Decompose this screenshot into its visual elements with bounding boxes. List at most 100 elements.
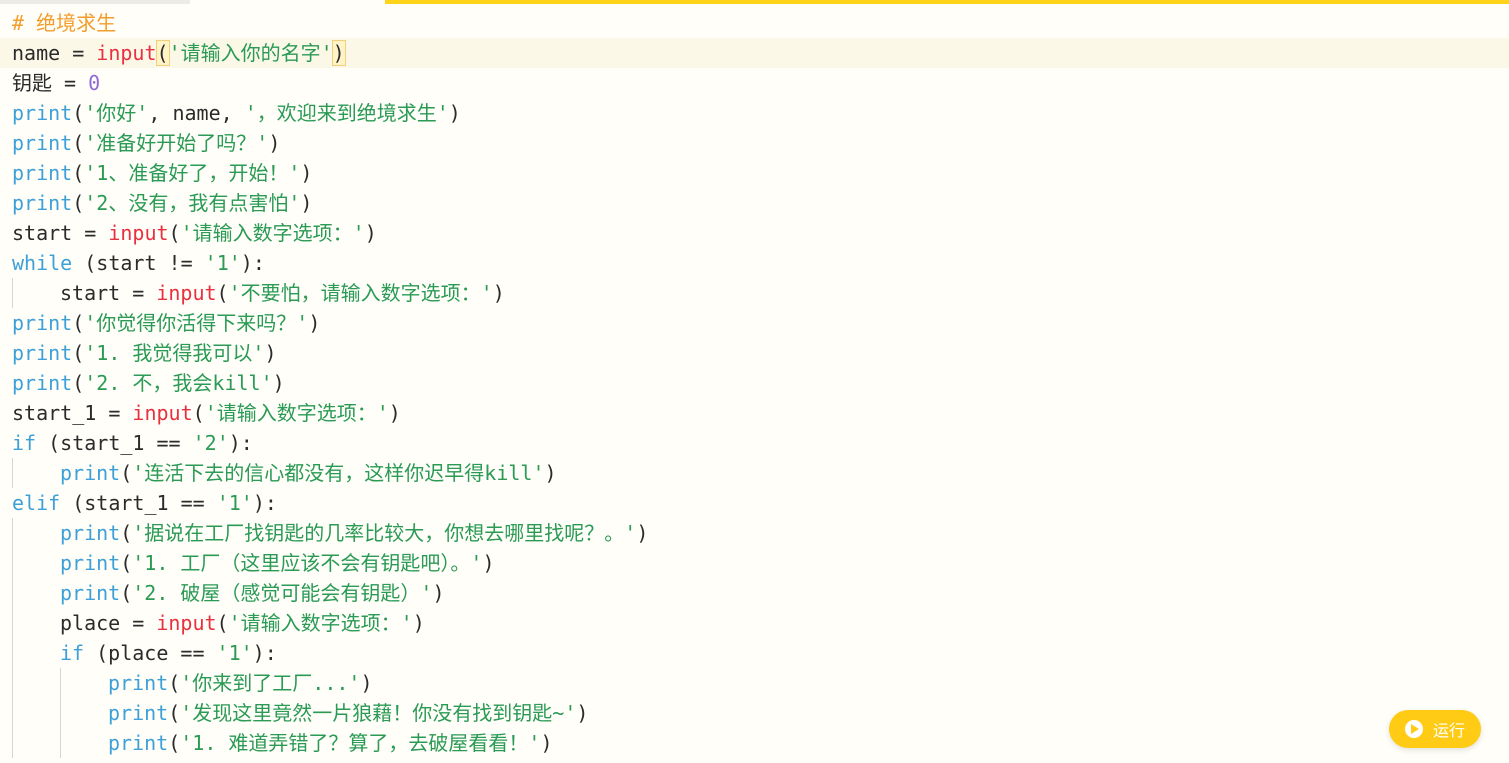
code-token-text: ): [228,431,253,455]
code-line[interactable]: print('发现这里竟然一片狼藉！你没有找到钥匙~') [0,698,1509,728]
code-line[interactable]: print('你好', name, '，欢迎来到绝境求生') [0,98,1509,128]
code-token-text: ) [492,281,505,305]
code-line[interactable]: start_1 = input('请输入数字选项：') [0,398,1509,428]
code-token-builtin: print [60,461,121,485]
code-token-text: ( [72,101,85,125]
code-token-text: ( [120,581,133,605]
code-token-builtin: print [12,191,73,215]
code-token-func: input [132,401,193,425]
code-token-text: ( [72,341,85,365]
code-line[interactable]: elif (start_1 == '1'): [0,488,1509,518]
code-line[interactable]: name = input('请输入你的名字') [0,38,1509,68]
code-line[interactable]: print('1. 难道弄错了？算了，去破屋看看！') [0,728,1509,758]
indent-guide [12,698,13,728]
code-token-text: start = [12,221,109,245]
code-token-text: ) [544,461,557,485]
code-line[interactable]: start = input('请输入数字选项：') [0,218,1509,248]
code-token-str: '1. 工厂（这里应该不会有钥匙吧）。' [132,551,483,575]
tab-strip-accent [385,0,1509,4]
code-token-text: ) [300,161,313,185]
code-token-str: '1. 我觉得我可以' [84,341,265,365]
indent-guide [12,608,13,638]
code-token-text: (start_1 == [60,491,217,515]
code-token-str: '1' [216,491,253,515]
code-line[interactable]: print('连活下去的信心都没有，这样你迟早得kill') [0,458,1509,488]
indent-guide [12,548,13,578]
code-line[interactable]: print('你来到了工厂...') [0,668,1509,698]
code-token-text: ( [168,731,181,755]
code-token-str: '2. 不，我会kill' [84,371,273,395]
code-token-str: '不要怕，请输入数字选项：' [228,281,493,305]
code-line[interactable]: start = input('不要怕，请输入数字选项：') [0,278,1509,308]
code-token-text: ( [72,191,85,215]
code-token-text: ) [300,191,313,215]
code-token-builtin: print [108,671,169,695]
code-line[interactable]: print('1. 工厂（这里应该不会有钥匙吧）。') [0,548,1509,578]
code-line[interactable]: while (start != '1'): [0,248,1509,278]
code-token-num: 0 [88,71,101,95]
code-token-str: '连活下去的信心都没有，这样你迟早得kill' [132,461,545,485]
code-token-text: ) [308,311,321,335]
code-line[interactable]: print('你觉得你活得下来吗？') [0,308,1509,338]
run-button[interactable]: 运行 [1389,710,1481,748]
code-token-builtin: print [12,161,73,185]
indent-guide [12,578,13,608]
code-token-kw: if [12,431,37,455]
code-token-func: input [156,281,217,305]
code-token-text: ): [252,641,277,665]
code-token-text: ( [216,281,229,305]
code-token-builtin: print [108,701,169,725]
code-token-text: ) [264,341,277,365]
code-token-text: ): [252,491,277,515]
code-token-text: (place == [84,641,217,665]
code-token-str: '请输入数字选项：' [204,401,389,425]
indent-guide [12,668,13,698]
code-token-text: (start_1 == [36,431,193,455]
code-line[interactable]: print('2、没有，我有点害怕') [0,188,1509,218]
code-token-text: ( [72,371,85,395]
code-token-text: ) [412,611,425,635]
code-token-paren: ) [331,40,346,66]
code-token-str: '2. 破屋（感觉可能会有钥匙）' [132,581,433,605]
code-token-builtin: print [60,581,121,605]
code-token-kw: elif [12,491,61,515]
code-token-str: '发现这里竟然一片狼藉！你没有找到钥匙~' [180,701,577,725]
run-button-label: 运行 [1433,721,1466,740]
code-token-text: name = [12,41,97,65]
code-token-text: start_1 = [12,401,133,425]
code-line[interactable]: # 绝境求生 [0,8,1509,38]
tab-strip-left [0,0,190,4]
code-line[interactable]: print('2. 破屋（感觉可能会有钥匙）') [0,578,1509,608]
code-token-str: '1' [216,641,253,665]
code-token-text: ( [120,521,133,545]
code-line[interactable]: print('2. 不，我会kill') [0,368,1509,398]
play-icon [1405,720,1423,738]
code-line[interactable]: place = input('请输入数字选项：') [0,608,1509,638]
code-token-str: '请输入你的名字' [168,41,333,65]
indent-guide [12,728,13,758]
code-line[interactable]: 钥匙 = 0 [0,68,1509,98]
code-line[interactable]: if (start_1 == '2'): [0,428,1509,458]
code-editor[interactable]: # 绝境求生 name = input('请输入你的名字') 钥匙 = 0 print… [0,8,1509,758]
code-token-text: (start != [72,251,205,275]
code-line[interactable]: print('1. 我觉得我可以') [0,338,1509,368]
code-token-builtin: print [12,101,73,125]
indent-guide [12,638,13,668]
indent-guide [60,698,61,728]
code-line[interactable]: print('1、准备好了，开始！') [0,158,1509,188]
code-token-text: ( [120,461,133,485]
code-token-text: ) [364,221,377,245]
code-token-str: '你觉得你活得下来吗？' [84,311,309,335]
code-line[interactable]: print('据说在工厂找钥匙的几率比较大，你想去哪里找呢？。') [0,518,1509,548]
code-token-text: ) [540,731,553,755]
code-line[interactable]: print('准备好开始了吗？') [0,128,1509,158]
code-token-text: , name, [148,101,245,125]
code-token-str: '1. 难道弄错了？算了，去破屋看看！' [180,731,541,755]
code-token-str: '据说在工厂找钥匙的几率比较大，你想去哪里找呢？。' [132,521,637,545]
indent-guide [12,278,13,308]
code-token-text: start = [60,281,157,305]
code-token-str: '准备好开始了吗？' [84,131,269,155]
code-token-text: ) [268,131,281,155]
code-token-str: '你来到了工厂...' [180,671,361,695]
code-line[interactable]: if (place == '1'): [0,638,1509,668]
